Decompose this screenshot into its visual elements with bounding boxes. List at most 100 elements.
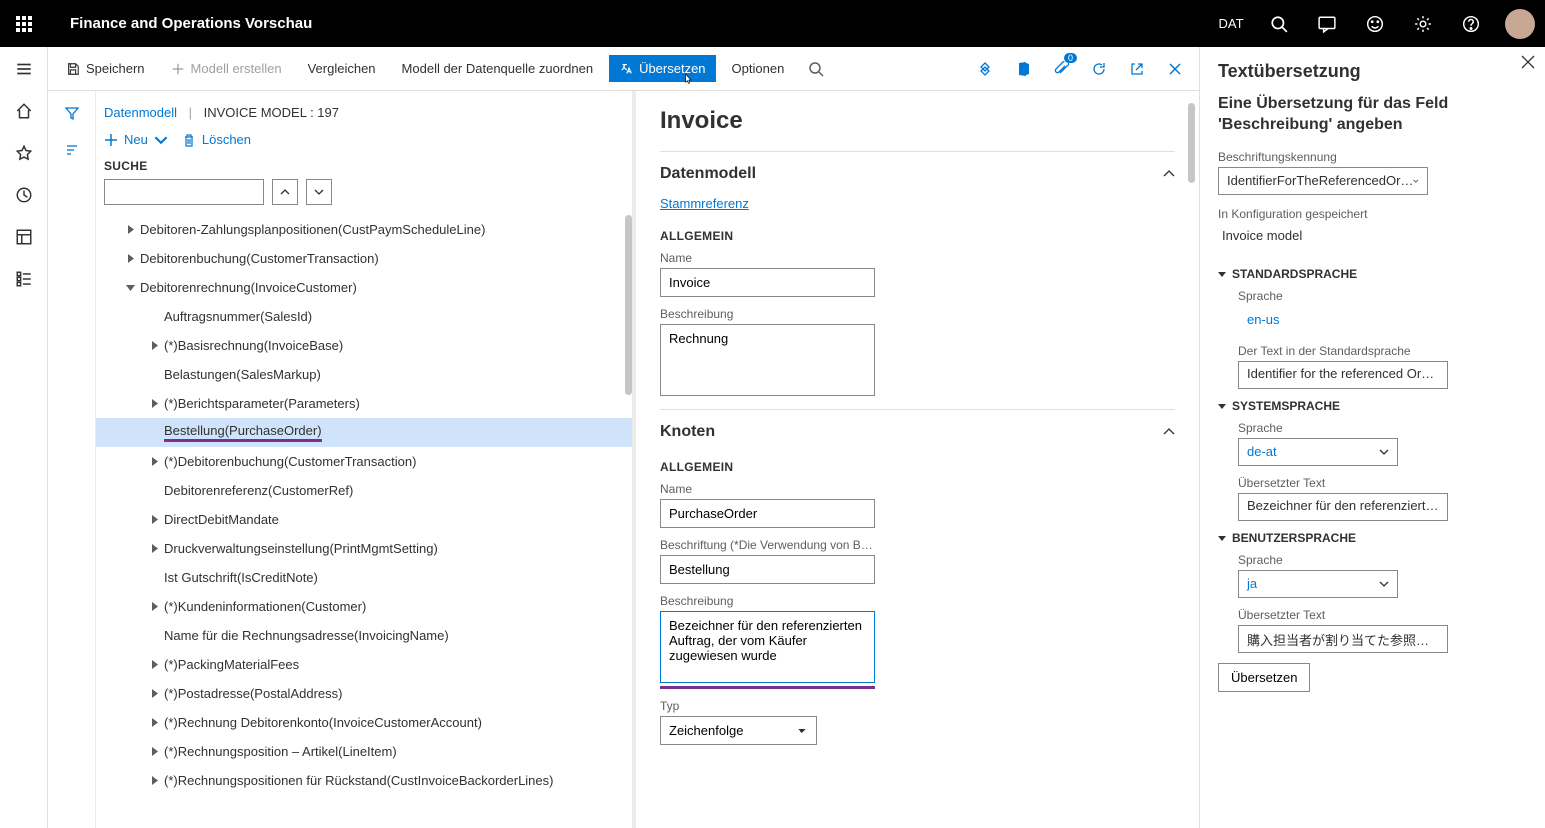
smile-icon[interactable] — [1351, 0, 1399, 47]
save-button[interactable]: Speichern — [56, 55, 155, 82]
label-id-select[interactable]: IdentifierForTheReferencedOr… — [1218, 167, 1428, 195]
map-datasource-button[interactable]: Modell der Datenquelle zuordnen — [392, 55, 604, 82]
close-panel-icon[interactable] — [1521, 55, 1535, 72]
node-name-field[interactable] — [660, 499, 875, 528]
tree-node[interactable]: Debitorenrechnung(InvoiceCustomer) — [96, 273, 632, 302]
tree-node-label: (*)Debitorenbuchung(CustomerTransaction) — [164, 454, 416, 469]
clock-icon[interactable] — [12, 183, 36, 207]
tree-node[interactable]: Bestellung(PurchaseOrder) — [96, 418, 632, 447]
tree-node[interactable]: (*)Rechnungsposition – Artikel(LineItem) — [96, 737, 632, 766]
options-button[interactable]: Optionen — [722, 55, 795, 82]
sys-text-value[interactable]: Bezeichner für den referenzierte… — [1238, 493, 1448, 521]
detail-scrollbar[interactable] — [1188, 103, 1195, 183]
chevron-icon — [144, 544, 164, 553]
name-label: Name — [660, 251, 1175, 265]
tree-node[interactable]: Belastungen(SalesMarkup) — [96, 360, 632, 389]
breadcrumb: Datenmodell | INVOICE MODEL : 197 — [96, 91, 632, 126]
sys-lang-header[interactable]: SYSTEMSPRACHE — [1218, 399, 1527, 413]
tree-node[interactable]: (*)Debitorenbuchung(CustomerTransaction) — [96, 447, 632, 476]
delete-button[interactable]: Löschen — [182, 132, 251, 147]
user-lang-header[interactable]: BENUTZERSPRACHE — [1218, 531, 1527, 545]
help-icon[interactable] — [1447, 0, 1495, 47]
std-lang-value[interactable]: en-us — [1238, 306, 1398, 334]
tree-node[interactable]: DirectDebitMandate — [96, 505, 632, 534]
compare-button[interactable]: Vergleichen — [298, 55, 386, 82]
tree-node[interactable]: (*)Rechnungspositionen für Rückstand(Cus… — [96, 766, 632, 795]
refresh-icon[interactable] — [1083, 53, 1115, 85]
translation-panel: Textübersetzung Eine Übersetzung für das… — [1200, 47, 1545, 828]
node-caption-field[interactable] — [660, 555, 875, 584]
tree-node-label: (*)Rechnungspositionen für Rückstand(Cus… — [164, 773, 553, 788]
chevron-icon — [144, 399, 164, 408]
search-cmd-icon[interactable] — [800, 53, 832, 85]
search-up-button[interactable] — [272, 179, 298, 205]
node-type-label: Typ — [660, 699, 1175, 713]
workspace-icon[interactable] — [12, 225, 36, 249]
attachment-icon[interactable]: 0 — [1045, 53, 1077, 85]
chevron-down-icon — [1413, 176, 1419, 186]
tree-node[interactable]: (*)Rechnung Debitorenkonto(InvoiceCustom… — [96, 708, 632, 737]
node-type-select[interactable]: Zeichenfolge — [660, 716, 817, 745]
translate-action-button[interactable]: Übersetzen — [1218, 663, 1310, 692]
search-down-button[interactable] — [306, 179, 332, 205]
user-lang-select[interactable]: ja — [1238, 570, 1398, 598]
tree-node-label: (*)Kundeninformationen(Customer) — [164, 599, 366, 614]
chevron-down-icon — [1379, 579, 1389, 589]
node-general-label: ALLGEMEIN — [660, 460, 1175, 474]
user-text-value[interactable]: 購入担当者が割り当てた参照オ… — [1238, 625, 1448, 653]
gear-icon[interactable] — [1399, 0, 1447, 47]
stored-value: Invoice model — [1218, 224, 1527, 257]
avatar[interactable] — [1505, 9, 1535, 39]
stored-label: In Konfiguration gespeichert — [1218, 207, 1527, 221]
tree-node[interactable]: (*)PackingMaterialFees — [96, 650, 632, 679]
crumb-current: INVOICE MODEL : 197 — [204, 105, 339, 120]
hamburger-icon[interactable] — [12, 57, 36, 81]
filter-gutter — [48, 91, 96, 828]
messages-icon[interactable] — [1303, 0, 1351, 47]
tree-node[interactable]: Druckverwaltungseinstellung(PrintMgmtSet… — [96, 534, 632, 563]
root-reference-link[interactable]: Stammreferenz — [660, 196, 1175, 223]
company-code[interactable]: DAT — [1207, 0, 1255, 47]
waffle-icon[interactable] — [0, 0, 48, 47]
caret-down-icon — [1218, 270, 1226, 278]
new-button[interactable]: Neu — [104, 132, 168, 147]
std-lang-header[interactable]: STANDARDSPRACHE — [1218, 267, 1527, 281]
tree-node[interactable]: (*)Berichtsparameter(Parameters) — [96, 389, 632, 418]
list-icon[interactable] — [12, 267, 36, 291]
home-icon[interactable] — [12, 99, 36, 123]
tree-node[interactable]: (*)Postadresse(PostalAddress) — [96, 679, 632, 708]
translate-button[interactable]: Übersetzen — [609, 55, 715, 82]
sys-lang-select[interactable]: de-at — [1238, 438, 1398, 466]
tree-node[interactable]: (*)Basisrechnung(InvoiceBase) — [96, 331, 632, 360]
close-cmd-icon[interactable] — [1159, 53, 1191, 85]
office-icon[interactable] — [1007, 53, 1039, 85]
crumb-root[interactable]: Datenmodell — [104, 105, 177, 120]
star-icon[interactable] — [12, 141, 36, 165]
datamodel-section-header[interactable]: Datenmodell — [660, 152, 1175, 196]
tree-scrollbar[interactable] — [625, 215, 632, 395]
popout-icon[interactable] — [1121, 53, 1153, 85]
tree-node[interactable]: Auftragsnummer(SalesId) — [96, 302, 632, 331]
chevron-icon — [144, 689, 164, 698]
tree-node[interactable]: Name für die Rechnungsadresse(InvoicingN… — [96, 621, 632, 650]
search-icon[interactable] — [1255, 0, 1303, 47]
tree-node[interactable]: Debitoren-Zahlungsplanpositionen(CustPay… — [96, 215, 632, 244]
search-input[interactable] — [104, 179, 264, 205]
node-section-header[interactable]: Knoten — [660, 410, 1175, 454]
tree-node[interactable]: Ist Gutschrift(IsCreditNote) — [96, 563, 632, 592]
chevron-up-icon — [1163, 426, 1175, 438]
filter-icon[interactable] — [64, 105, 80, 124]
create-model-button[interactable]: Modell erstellen — [161, 55, 292, 82]
chevron-icon — [144, 747, 164, 756]
node-desc-field[interactable]: Bezeichner für den referenzierten Auftra… — [660, 611, 875, 683]
tree-node[interactable]: Debitorenreferenz(CustomerRef) — [96, 476, 632, 505]
chevron-icon — [144, 602, 164, 611]
desc-field[interactable]: Rechnung — [660, 324, 875, 396]
diamond-icon[interactable] — [969, 53, 1001, 85]
std-text-value[interactable]: Identifier for the referenced Or… — [1238, 361, 1448, 389]
node-desc-label: Beschreibung — [660, 594, 1175, 608]
name-field[interactable] — [660, 268, 875, 297]
tree-node[interactable]: Debitorenbuchung(CustomerTransaction) — [96, 244, 632, 273]
sort-icon[interactable] — [64, 142, 80, 161]
tree-node[interactable]: (*)Kundeninformationen(Customer) — [96, 592, 632, 621]
